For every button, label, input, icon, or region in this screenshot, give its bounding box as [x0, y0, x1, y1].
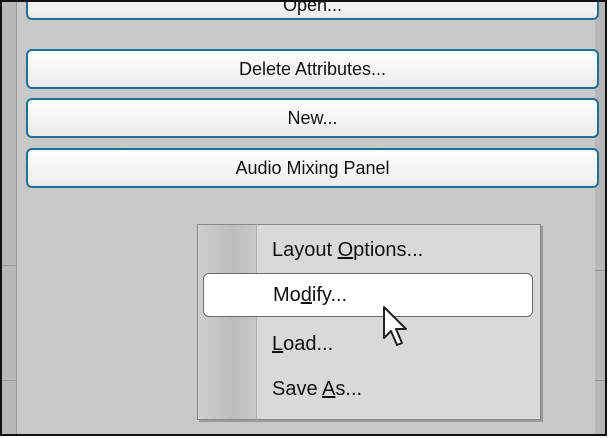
menu-item-label: Modify...	[273, 283, 348, 306]
open-button-label: Open...	[282, 0, 343, 15]
audio-mixing-panel-label: Audio Mixing Panel	[235, 157, 390, 178]
divider	[2, 380, 16, 381]
menu-item-label: Load...	[272, 332, 334, 355]
mouse-pointer-icon	[383, 306, 407, 346]
background-window-left	[2, 2, 17, 434]
divider	[595, 380, 605, 381]
menu-item-modify[interactable]: Modify...	[203, 273, 533, 317]
new-button[interactable]: New...	[26, 98, 599, 138]
context-menu: Layout Options... Modify... Load... Save…	[197, 224, 541, 420]
menu-item-save-as[interactable]: Save As...	[198, 367, 540, 411]
menu-item-load[interactable]: Load...	[198, 322, 540, 366]
window-frame: Open... Delete Attributes... New... Audi…	[0, 0, 607, 436]
menu-item-label: Save As...	[272, 377, 363, 400]
menu-item-label: Layout Options...	[272, 238, 424, 261]
open-button[interactable]: Open...	[26, 0, 599, 20]
audio-mixing-panel-button[interactable]: Audio Mixing Panel	[26, 148, 599, 188]
new-button-label: New...	[287, 107, 338, 128]
delete-attributes-label: Delete Attributes...	[238, 58, 387, 79]
divider	[595, 270, 605, 271]
menu-item-layout-options[interactable]: Layout Options...	[198, 228, 540, 272]
delete-attributes-button[interactable]: Delete Attributes...	[26, 49, 599, 89]
divider	[2, 265, 16, 266]
